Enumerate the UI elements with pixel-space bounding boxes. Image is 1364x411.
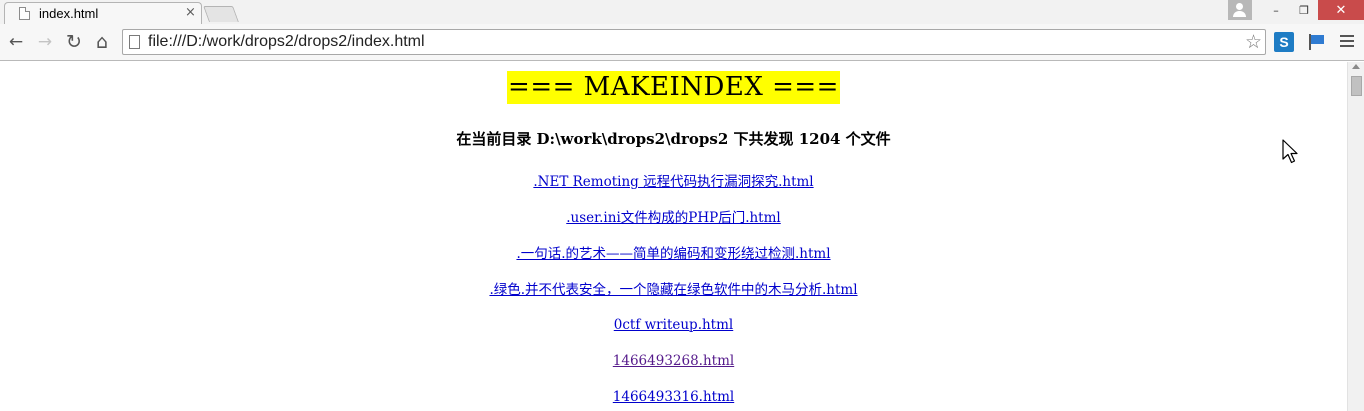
toolbar: ← → ↻ ⌂ file:///D:/work/drops2/drops2/in… [0, 24, 1364, 61]
list-item: 0ctf writeup.html [0, 314, 1347, 333]
close-icon[interactable]: × [185, 5, 196, 20]
flag-icon[interactable] [1308, 34, 1326, 50]
list-item: .NET Remoting 远程代码执行漏洞探究.html [0, 170, 1347, 190]
file-link[interactable]: .绿色.并不代表安全，一个隐藏在绿色软件中的木马分析.html [489, 282, 857, 298]
tab-title: index.html [39, 6, 99, 21]
window-close-button[interactable]: ✕ [1318, 0, 1364, 20]
list-item: .一句话.的艺术——简单的编码和变形绕过检测.html [0, 242, 1347, 262]
menu-icon[interactable] [1340, 35, 1354, 47]
tab-index-html[interactable]: index.html × [4, 2, 202, 24]
url-text[interactable]: file:///D:/work/drops2/drops2/index.html [148, 33, 425, 51]
address-bar[interactable]: file:///D:/work/drops2/drops2/index.html… [122, 29, 1266, 55]
new-tab-button[interactable] [203, 6, 239, 22]
file-link-visited[interactable]: 1466493268.html [613, 353, 734, 369]
minimize-button[interactable]: – [1262, 0, 1290, 20]
page-title: === MAKEINDEX === [507, 71, 840, 104]
page-icon [129, 35, 140, 49]
sogou-s-icon[interactable]: S [1274, 32, 1294, 52]
file-link[interactable]: .user.ini文件构成的PHP后门.html [566, 210, 780, 226]
cursor-icon [1282, 139, 1298, 164]
list-item: .绿色.并不代表安全，一个隐藏在绿色软件中的木马分析.html [0, 278, 1347, 298]
list-item: .user.ini文件构成的PHP后门.html [0, 206, 1347, 226]
tab-strip: index.html × – ❐ ✕ [0, 0, 1364, 24]
file-link[interactable]: 1466493316.html [613, 389, 734, 405]
list-item: 1466493316.html [0, 386, 1347, 405]
restore-button[interactable]: ❐ [1290, 0, 1318, 20]
reload-icon[interactable]: ↻ [64, 31, 84, 53]
profile-icon[interactable] [1228, 0, 1252, 20]
page-viewport: === MAKEINDEX === 在当前目录 D:\work\drops2\d… [0, 62, 1347, 411]
scroll-up-arrow-icon[interactable] [1352, 64, 1360, 69]
page-icon [19, 7, 30, 20]
file-count-summary: 在当前目录 D:\work\drops2\drops2 下共发现 1204 个文… [456, 130, 891, 148]
file-link[interactable]: .一句话.的艺术——简单的编码和变形绕过检测.html [516, 246, 830, 262]
star-icon[interactable]: ☆ [1245, 31, 1262, 53]
forward-icon[interactable]: → [35, 32, 55, 52]
list-item: 1466493268.html [0, 350, 1347, 369]
scroll-thumb[interactable] [1351, 76, 1362, 96]
window-controls: – ❐ ✕ [1228, 0, 1364, 20]
home-icon[interactable]: ⌂ [92, 31, 112, 53]
vertical-scrollbar[interactable] [1347, 62, 1364, 411]
back-icon[interactable]: ← [6, 32, 26, 52]
file-link[interactable]: 0ctf writeup.html [614, 317, 733, 333]
file-link[interactable]: .NET Remoting 远程代码执行漏洞探究.html [533, 174, 813, 190]
